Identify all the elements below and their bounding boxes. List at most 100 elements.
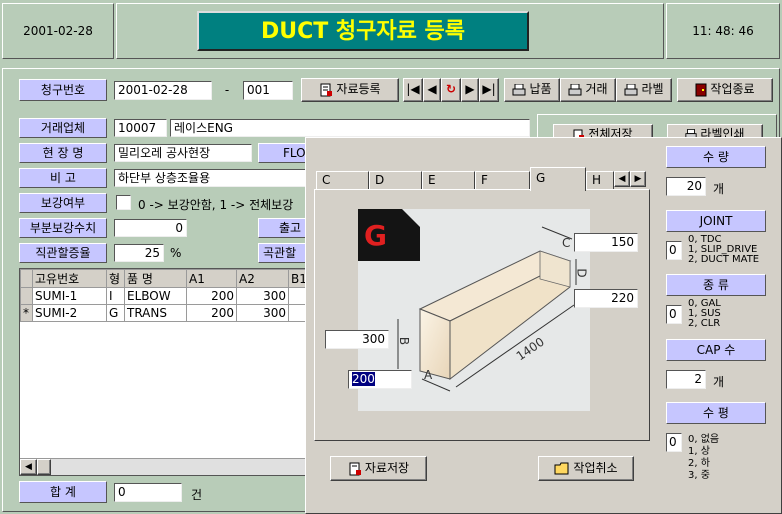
- grid-header-a2[interactable]: A2: [236, 269, 289, 288]
- total-unit: 건: [191, 488, 203, 502]
- kind-option: 2, CLR: [688, 318, 721, 329]
- cell-a2[interactable]: 300: [236, 304, 289, 322]
- cell-id[interactable]: SUMI-1: [32, 287, 107, 305]
- qty-field[interactable]: 20: [666, 177, 706, 196]
- cell-a1[interactable]: 200: [186, 287, 237, 305]
- cell-type[interactable]: I: [106, 287, 125, 305]
- kind-label: 종 류: [666, 274, 766, 296]
- printer-icon: [512, 83, 526, 95]
- grid-header-type[interactable]: 형: [106, 269, 125, 288]
- exit-door-icon: [695, 83, 707, 96]
- qty-label: 수 량: [666, 146, 766, 168]
- claim-number-field[interactable]: 001: [243, 81, 293, 100]
- row-marker: [20, 287, 33, 305]
- level-options: 0, 없음 1, 상 2, 하 3, 중: [688, 434, 719, 482]
- dim-b-label: B: [397, 336, 412, 346]
- cell-name[interactable]: ELBOW: [124, 287, 187, 305]
- out-label: 출고: [258, 218, 308, 238]
- site-field[interactable]: 밀리오레 공사현장: [114, 144, 252, 162]
- kind-options: 0, GAL 1, SUS 2, CLR: [688, 299, 721, 329]
- tab-scroll-left-button[interactable]: ◀: [614, 171, 630, 187]
- vendor-name-field[interactable]: 레이스ENG: [170, 119, 530, 137]
- row-marker: *: [20, 304, 33, 322]
- dim-a-input[interactable]: 200: [348, 370, 412, 389]
- level-field[interactable]: 0: [666, 433, 682, 452]
- document-icon: [349, 462, 361, 475]
- claim-number-label: 청구번호: [19, 79, 107, 101]
- joint-label: JOINT: [666, 210, 766, 232]
- scroll-left-icon: ◀: [25, 462, 32, 472]
- nav-next-icon: ▶: [465, 82, 475, 96]
- level-option: 0, 없음: [688, 434, 720, 445]
- deliver-button[interactable]: 납품: [504, 78, 560, 102]
- register-button[interactable]: 자료등록: [301, 78, 399, 102]
- cell-a2[interactable]: 300: [236, 287, 289, 305]
- nav-prev-button[interactable]: ◀: [423, 78, 441, 102]
- dim-c-label: C: [562, 236, 571, 250]
- tab-d[interactable]: D: [369, 171, 422, 190]
- dim-d-input[interactable]: 220: [574, 289, 638, 308]
- grid-header-name[interactable]: 품 명: [124, 269, 187, 288]
- curve-label: 곡관할: [258, 243, 308, 263]
- tab-h[interactable]: H: [586, 171, 614, 190]
- reinforce-hint: 0 -> 보강안함, 1 -> 전체보강: [138, 198, 294, 212]
- header-date-panel: 2001-02-28: [2, 3, 114, 59]
- tab-f[interactable]: F: [475, 171, 530, 190]
- grid-header-id[interactable]: 고유번호: [32, 269, 107, 288]
- dim-b-input[interactable]: 300: [325, 330, 389, 349]
- nav-first-icon: |◀: [406, 82, 420, 96]
- dim-d-label: D: [574, 268, 589, 278]
- scroll-thumb[interactable]: [37, 459, 51, 475]
- cell-name[interactable]: TRANS: [124, 304, 187, 322]
- cap-field[interactable]: 2: [666, 370, 706, 389]
- cell-type[interactable]: G: [106, 304, 125, 322]
- joint-option: 2, DUCT MATE: [688, 254, 760, 265]
- cell-id[interactable]: SUMI-2: [32, 304, 107, 322]
- straight-unit: %: [170, 246, 182, 260]
- dim-c-input[interactable]: 150: [574, 233, 638, 252]
- exit-button[interactable]: 작업종료: [677, 78, 773, 102]
- flo-label: FLO: [258, 143, 308, 163]
- folder-icon: [554, 462, 569, 475]
- header-date: 2001-02-28: [23, 24, 93, 38]
- page-title: DUCT 청구자료 등록: [197, 11, 529, 51]
- tab-scroll-right-icon: ▶: [634, 174, 642, 184]
- table-row[interactable]: * SUMI-2 G TRANS 200 300: [20, 304, 310, 322]
- claim-date-field[interactable]: 2001-02-28: [114, 81, 212, 100]
- note-field[interactable]: 하단부 상층조율용: [114, 169, 309, 187]
- grid-corner: [20, 269, 33, 288]
- refresh-icon: ↻: [445, 82, 457, 96]
- tab-c[interactable]: C: [316, 171, 369, 190]
- reinforce-checkbox[interactable]: [116, 195, 131, 210]
- straight-label: 직관할증율: [19, 243, 107, 263]
- nav-last-button[interactable]: ▶|: [479, 78, 499, 102]
- nav-prev-icon: ◀: [427, 82, 437, 96]
- vendor-code-field[interactable]: 10007: [114, 119, 167, 137]
- save-data-button[interactable]: 자료저장: [330, 456, 427, 481]
- tab-e[interactable]: E: [422, 171, 475, 190]
- nav-next-button[interactable]: ▶: [461, 78, 479, 102]
- data-grid: 고유번호 형 품 명 A1 A2 B1 SUMI-1 I ELBOW 200 3…: [20, 269, 310, 322]
- joint-field[interactable]: 0: [666, 241, 682, 260]
- cell-a1[interactable]: 200: [186, 304, 237, 322]
- refresh-button[interactable]: ↻: [441, 78, 461, 102]
- grid-hscrollbar[interactable]: ◀: [20, 458, 309, 475]
- header-title-panel: DUCT 청구자료 등록: [116, 3, 664, 59]
- nav-first-button[interactable]: |◀: [403, 78, 423, 102]
- tab-g[interactable]: G: [530, 167, 586, 191]
- scroll-left-button[interactable]: ◀: [20, 459, 37, 475]
- straight-field[interactable]: 25: [114, 244, 164, 262]
- trade-button[interactable]: 거래: [560, 78, 616, 102]
- level-option: 2, 하: [688, 458, 710, 469]
- partial-label: 부분보강수치: [19, 218, 107, 238]
- grid-header-a1[interactable]: A1: [186, 269, 237, 288]
- dim-a-label: A: [424, 368, 433, 382]
- table-row[interactable]: SUMI-1 I ELBOW 200 300: [20, 287, 310, 305]
- label-button[interactable]: 라벨: [616, 78, 672, 102]
- kind-field[interactable]: 0: [666, 305, 682, 324]
- tab-scroll-right-button[interactable]: ▶: [630, 171, 646, 187]
- cap-label: CAP 수: [666, 339, 766, 361]
- partial-field[interactable]: 0: [114, 219, 187, 237]
- printer-icon: [624, 83, 638, 95]
- cancel-button[interactable]: 작업취소: [538, 456, 634, 481]
